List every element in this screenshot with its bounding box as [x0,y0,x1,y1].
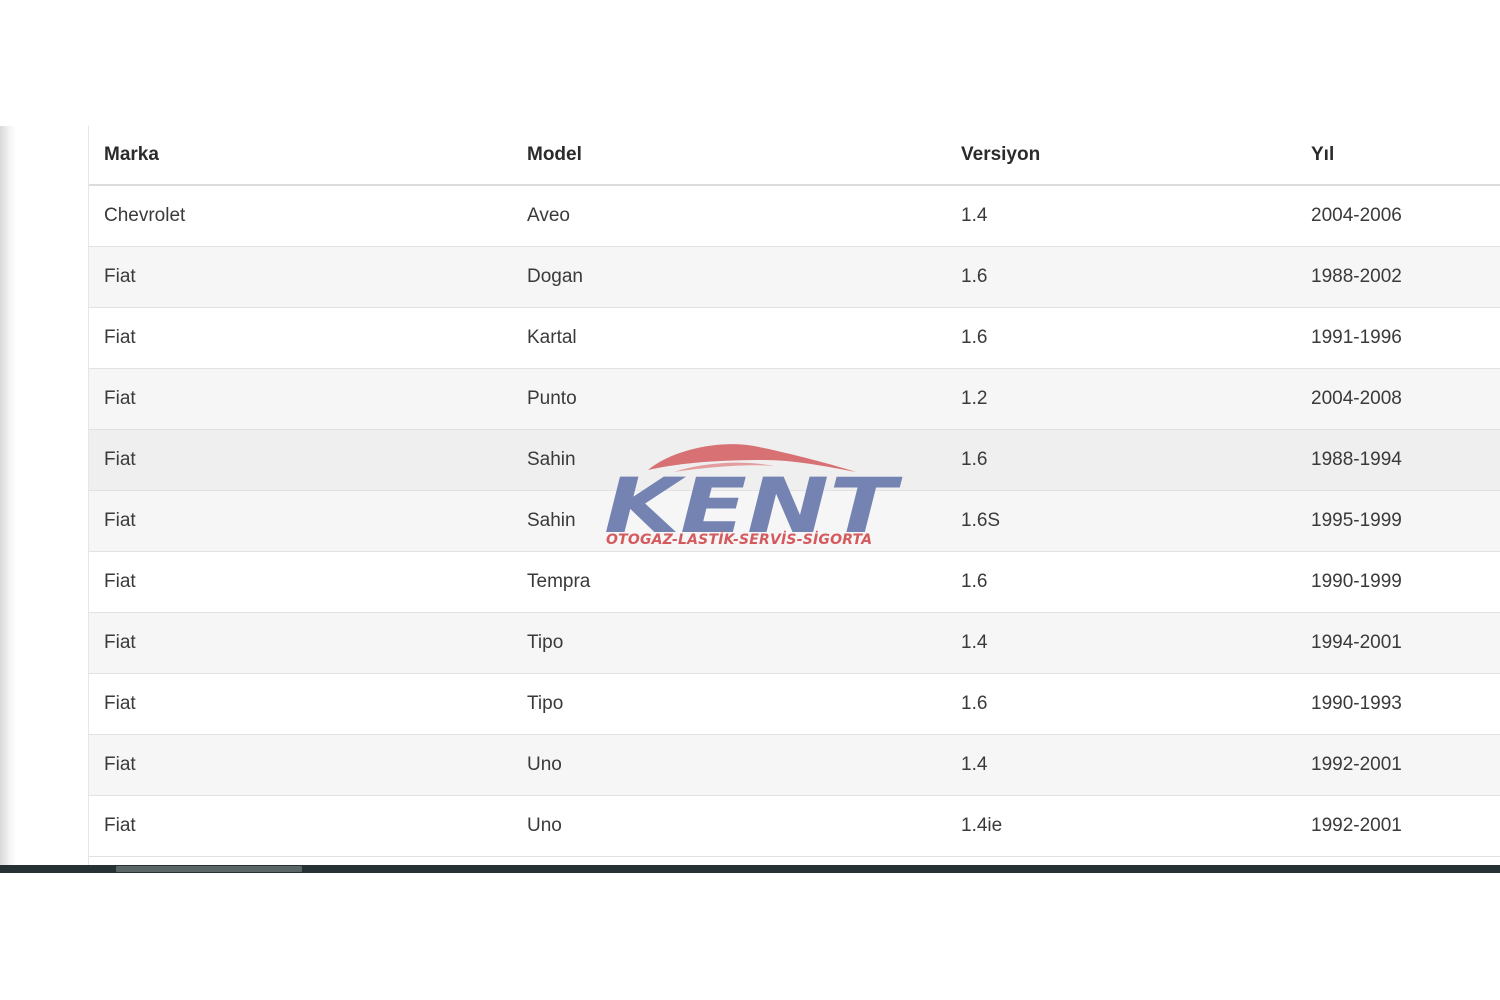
cell-model: Punto [512,368,946,430]
table-row[interactable]: Fiat Dogan 1.6 1988-2002 [89,246,1500,308]
cell-marka: Fiat [89,795,512,857]
cell-yil: 1991-1996 [1296,307,1500,369]
table-row[interactable]: Fiat Tempra 1.6 1990-1999 [89,551,1500,613]
table-row[interactable]: Fiat Tipo 1.4 1994-2001 [89,612,1500,674]
cell-model: Aveo [512,185,946,247]
page: Marka Model Versiyon Yıl Chevrolet Aveo 1.… [0,0,1500,1000]
cell-model: Kartal [512,307,946,369]
table-row[interactable]: Fiat Uno 1.4 1992-2001 [89,734,1500,796]
table-container[interactable]: Marka Model Versiyon Yıl Chevrolet Aveo 1.… [88,126,1500,866]
column-header-versiyon[interactable]: Versiyon [946,126,1296,186]
cell-model: Tipo [512,673,946,735]
cell-versiyon: 1.6 [946,429,1296,491]
header-row: Marka Model Versiyon Yıl [89,126,1500,186]
cell-versiyon: 1.6 [946,551,1296,613]
cell-model: Tempra [512,551,946,613]
column-header-yil[interactable]: Yıl [1296,126,1500,186]
cell-marka: Fiat [89,307,512,369]
cell-model: Sahin [512,429,946,491]
table-body: Chevrolet Aveo 1.4 2004-2006 Fiat Dogan 1.6 198… [89,185,1500,857]
cell-marka: Fiat [89,673,512,735]
cell-versiyon: 1.4 [946,612,1296,674]
cell-marka: Fiat [89,368,512,430]
cell-model: Tipo [512,612,946,674]
horizontal-scrollbar[interactable] [0,865,1500,873]
vehicle-table: Marka Model Versiyon Yıl Chevrolet Aveo 1.… [89,126,1500,857]
table-row[interactable]: Fiat Uno 1.4ie 1992-2001 [89,795,1500,857]
cell-versiyon: 1.2 [946,368,1296,430]
cell-yil: 1992-2001 [1296,795,1500,857]
table-row[interactable]: Fiat Tipo 1.6 1990-1993 [89,673,1500,735]
cell-yil: 2004-2006 [1296,185,1500,247]
cell-marka: Fiat [89,490,512,552]
cell-yil: 1995-1999 [1296,490,1500,552]
cell-yil: 1992-2001 [1296,734,1500,796]
cell-versiyon: 1.4ie [946,795,1296,857]
table-row[interactable]: Fiat Sahin 1.6 1988-1994 [89,429,1500,491]
column-header-marka[interactable]: Marka [89,126,512,186]
cell-marka: Fiat [89,246,512,308]
cell-versiyon: 1.6 [946,246,1296,308]
table-row[interactable]: Fiat Punto 1.2 2004-2008 [89,368,1500,430]
cell-model: Dogan [512,246,946,308]
table-row[interactable]: Chevrolet Aveo 1.4 2004-2006 [89,185,1500,247]
cell-versiyon: 1.6 [946,673,1296,735]
column-header-model[interactable]: Model [512,126,946,186]
cell-yil: 1988-1994 [1296,429,1500,491]
cell-yil: 1990-1999 [1296,551,1500,613]
cell-model: Uno [512,795,946,857]
cell-yil: 2004-2008 [1296,368,1500,430]
cell-model: Sahin [512,490,946,552]
table-header: Marka Model Versiyon Yıl [89,126,1500,186]
cell-marka: Fiat [89,612,512,674]
cell-yil: 1990-1993 [1296,673,1500,735]
cell-marka: Fiat [89,429,512,491]
cell-marka: Fiat [89,734,512,796]
cell-versiyon: 1.6 [946,307,1296,369]
cell-marka: Fiat [89,551,512,613]
cell-versiyon: 1.4 [946,185,1296,247]
cell-yil: 1994-2001 [1296,612,1500,674]
cell-yil: 1988-2002 [1296,246,1500,308]
scrollbar-thumb[interactable] [116,866,302,872]
table-row[interactable]: Fiat Kartal 1.6 1991-1996 [89,307,1500,369]
cell-model: Uno [512,734,946,796]
table-row[interactable]: Fiat Sahin 1.6S 1995-1999 [89,490,1500,552]
cell-versiyon: 1.6S [946,490,1296,552]
cell-versiyon: 1.4 [946,734,1296,796]
left-panel-shadow [0,126,16,866]
cell-marka: Chevrolet [89,185,512,247]
